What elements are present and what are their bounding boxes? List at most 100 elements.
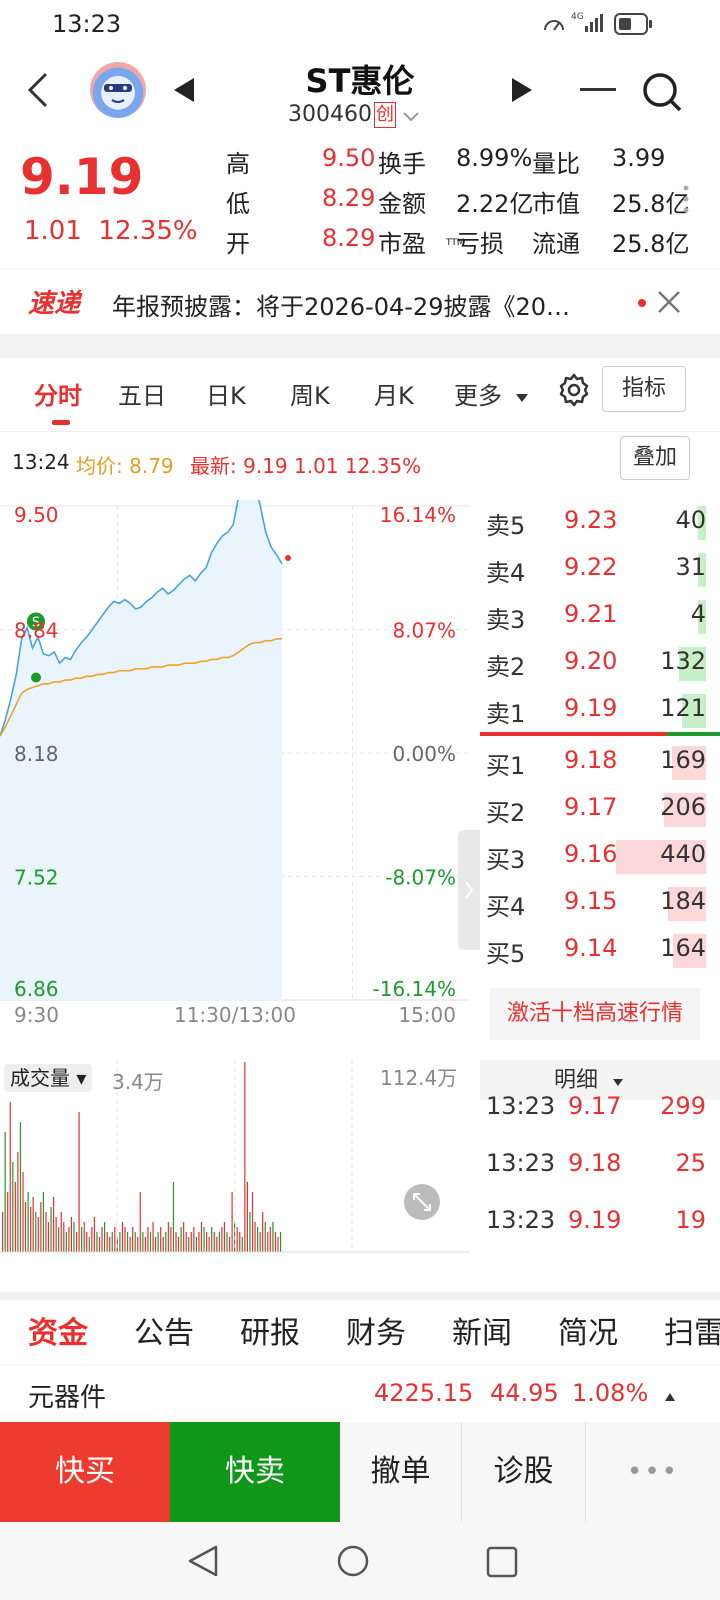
indicator-button[interactable]: 指标 [602, 366, 686, 412]
volume-bar [213, 1232, 215, 1252]
expand-icon[interactable] [404, 1184, 440, 1220]
volume-bar [121, 1222, 124, 1252]
avatar[interactable] [90, 62, 146, 118]
volume-bar [7, 1192, 9, 1252]
intraday-chart[interactable]: S 9.50 8.84 8.18 7.52 6.86 16.14% 8.07% 0.00% -8.… [0, 440, 480, 1060]
order-book-row[interactable]: 卖1 9.19 121 [480, 688, 720, 734]
close-icon[interactable] [656, 289, 682, 319]
settings-gear-icon[interactable] [556, 372, 592, 412]
price-chart-svg: S9.508.848.187.526.8616.14%8.07%0.00%-8.… [0, 440, 470, 1027]
volume-bar [262, 1212, 264, 1252]
tab-financials[interactable]: 财务 [346, 1308, 406, 1352]
collapse-handle[interactable] [458, 830, 480, 950]
order-book-row[interactable]: 卖3 9.21 4 [480, 594, 720, 640]
volume-bar [111, 1232, 113, 1252]
avg-value: 8.79 [129, 454, 174, 478]
latest-value: 9.19 1.01 12.35% [243, 454, 422, 478]
tab-monthly-k[interactable]: 月K [374, 376, 414, 411]
tab-profile[interactable]: 简况 [558, 1308, 618, 1352]
chevron-down-icon[interactable] [402, 108, 420, 127]
volume-bar [147, 1227, 149, 1252]
order-book-row[interactable]: 卖2 9.20 132 [480, 641, 720, 687]
y-tick-left: 8.84 [14, 619, 59, 643]
activate-level2-button[interactable]: 激活十档高速行情 [490, 988, 700, 1040]
detail-title[interactable]: 明细 [554, 1062, 598, 1094]
up-triangle-icon [664, 1387, 676, 1406]
tab-funds[interactable]: 资金 [28, 1308, 88, 1352]
back-icon[interactable] [24, 70, 52, 114]
stat-v1: 8.29 [322, 224, 376, 252]
info-tabs: 资金 公告 研报 财务 新闻 简况 扫雷 [0, 1292, 720, 1364]
minus-icon[interactable] [580, 88, 616, 91]
news-text: 年报预披露：将于2026-04-29披露《20… [112, 293, 571, 321]
overlay-button[interactable]: 叠加 [620, 436, 690, 480]
sector-pct: 1.08% [572, 1379, 649, 1407]
sector-row[interactable]: 元器件 4225.15 44.95 1.08% [0, 1364, 720, 1422]
volume-selector[interactable]: 成交量 ▾ [4, 1064, 93, 1092]
volume-bar [93, 1217, 95, 1252]
order-book-row[interactable]: 买3 9.16 440 [480, 834, 720, 880]
news-ticker[interactable]: 速递 年报预披露：将于2026-04-29披露《20… [0, 268, 720, 334]
prev-stock-icon[interactable] [172, 76, 196, 108]
volume-bar [155, 1237, 157, 1252]
nav-back-icon[interactable] [186, 1544, 220, 1582]
stat-v3: 3.99 [612, 144, 666, 172]
tab-daily-k[interactable]: 日K [206, 376, 246, 411]
quick-buy-button[interactable]: 快买 [0, 1422, 170, 1522]
volume-bar [104, 1222, 106, 1252]
tab-news[interactable]: 新闻 [452, 1308, 512, 1352]
volume-bar [119, 1232, 121, 1252]
volume-bar [170, 1227, 172, 1252]
detail-qty: 299 [660, 1092, 706, 1120]
cancel-order-button[interactable]: 撤单 [340, 1422, 462, 1522]
detail-price: 9.19 [568, 1206, 622, 1234]
tab-five-day[interactable]: 五日 [118, 376, 166, 411]
separator [0, 334, 720, 358]
book-divider [480, 732, 720, 736]
volume-bar [239, 1232, 241, 1252]
y-tick-right: -16.14% [373, 977, 456, 1001]
volume-bar [19, 1122, 22, 1252]
volume-bar [17, 1152, 19, 1252]
nav-home-icon[interactable] [336, 1544, 370, 1582]
volume-bar [177, 1237, 180, 1252]
order-book-row[interactable]: 卖4 9.22 31 [480, 547, 720, 593]
network-label: 4G [571, 12, 584, 22]
tab-more[interactable]: 更多 [454, 376, 502, 411]
order-label: 卖4 [486, 559, 526, 587]
current-price: 9.19 [20, 148, 144, 206]
order-book-row[interactable]: 买4 9.15 184 [480, 881, 720, 927]
avg-label: 均价: [76, 454, 123, 478]
volume-bar [231, 1192, 233, 1252]
order-book-row[interactable]: 买1 9.18 169 [480, 740, 720, 786]
search-icon[interactable] [640, 70, 684, 118]
volume-bar [195, 1237, 197, 1252]
more-dots-icon[interactable] [682, 184, 690, 218]
volume-bar [106, 1232, 108, 1252]
quick-sell-button[interactable]: 快卖 [170, 1422, 340, 1522]
order-label: 买1 [486, 752, 526, 780]
latest-dot [285, 555, 291, 562]
nav-recents-icon[interactable] [486, 1546, 518, 1582]
volume-bar [96, 1232, 98, 1252]
order-book-row[interactable]: 买2 9.17 206 [480, 787, 720, 833]
volume-bar [91, 1227, 93, 1252]
order-book-row[interactable]: 卖5 9.23 40 [480, 500, 720, 546]
more-button[interactable]: ••• [586, 1422, 720, 1522]
change-percent: 12.35% [98, 216, 198, 246]
next-stock-icon[interactable] [510, 76, 534, 108]
diagnose-button[interactable]: 诊股 [462, 1422, 586, 1522]
tab-intraday[interactable]: 分时 [34, 376, 82, 411]
tab-research[interactable]: 研报 [240, 1308, 300, 1352]
volume-bar [183, 1222, 185, 1252]
system-nav-bar [0, 1522, 720, 1600]
tab-announcements[interactable]: 公告 [134, 1308, 194, 1352]
tab-minesweep[interactable]: 扫雷 [664, 1308, 720, 1352]
y-tick-left: 6.86 [14, 977, 59, 1001]
stat-v1: 9.50 [322, 144, 376, 172]
tab-weekly-k[interactable]: 周K [290, 376, 330, 411]
volume-bar [221, 1227, 223, 1252]
volume-bar [101, 1227, 103, 1252]
order-book-row[interactable]: 买5 9.14 164 [480, 928, 720, 974]
action-bar: 快买 快卖 撤单 诊股 ••• [0, 1422, 720, 1522]
